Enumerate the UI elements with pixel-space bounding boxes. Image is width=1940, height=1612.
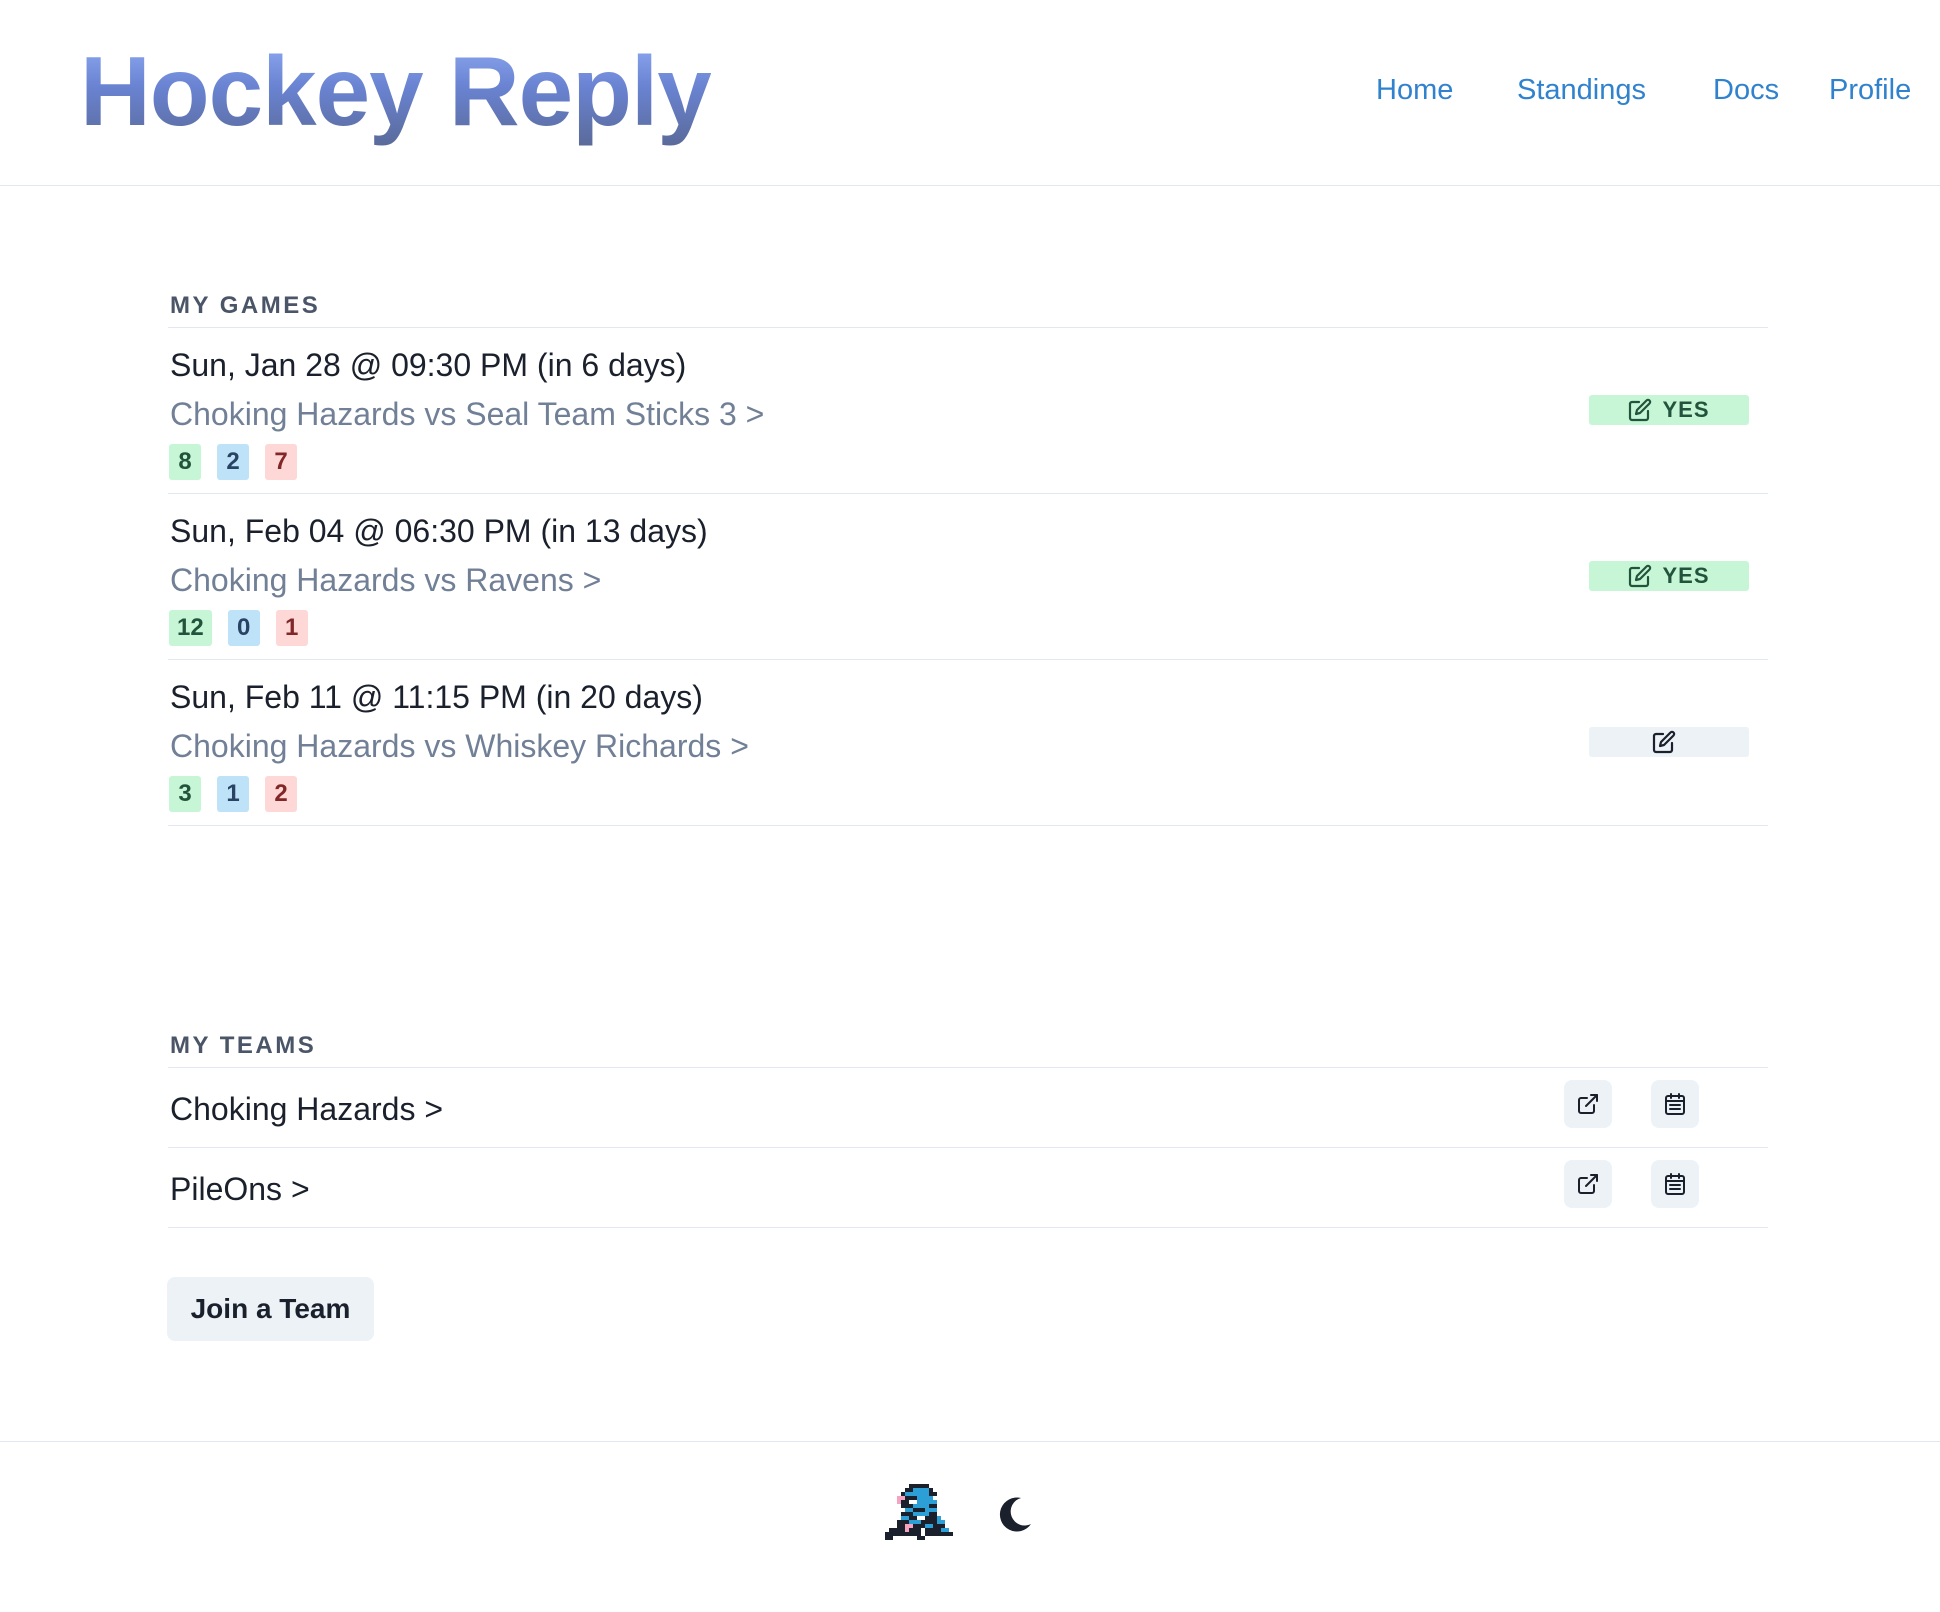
divider	[168, 1147, 1768, 1148]
my-games-heading: MY GAMES	[170, 292, 321, 319]
team-calendar-button[interactable]	[1651, 1080, 1699, 1128]
rsvp-label: YES	[1662, 397, 1710, 422]
divider	[168, 327, 1768, 328]
site-logo[interactable]: Hockey Reply	[80, 36, 712, 146]
nav-profile[interactable]: Profile	[1829, 70, 1911, 110]
external-link-icon	[1578, 1094, 1598, 1114]
external-link-icon	[1578, 1174, 1598, 1194]
game-matchup-link[interactable]: Choking Hazards vs Whiskey Richards >	[170, 726, 749, 766]
nav-home[interactable]: Home	[1376, 70, 1453, 110]
rsvp-counts: 12 0 1	[169, 610, 308, 646]
join-team-button[interactable]: Join a Team	[167, 1277, 374, 1341]
divider	[168, 1227, 1768, 1228]
divider	[168, 493, 1768, 494]
maybe-count-badge: 0	[227, 610, 260, 646]
footer-divider	[0, 1441, 1940, 1442]
nav-docs[interactable]: Docs	[1713, 70, 1779, 110]
rsvp-counts: 3 1 2	[169, 776, 297, 812]
game-matchup-link[interactable]: Choking Hazards vs Seal Team Sticks 3 >	[170, 394, 764, 434]
team-link[interactable]: PileOns >	[170, 1169, 310, 1209]
rsvp-label: YES	[1662, 563, 1710, 588]
yes-count-badge: 8	[169, 444, 201, 480]
no-count-badge: 7	[265, 444, 297, 480]
rsvp-counts: 8 2 7	[169, 444, 297, 480]
no-count-badge: 2	[265, 776, 297, 812]
rsvp-button[interactable]: YES	[1589, 561, 1749, 591]
game-matchup-link[interactable]: Choking Hazards vs Ravens >	[170, 560, 601, 600]
calendar-icon	[1665, 1173, 1685, 1195]
team-calendar-button[interactable]	[1651, 1160, 1699, 1208]
nav-standings[interactable]: Standings	[1517, 70, 1646, 110]
maybe-count-badge: 1	[217, 776, 249, 812]
my-teams-heading: MY TEAMS	[170, 1032, 317, 1059]
mascot-icon	[885, 1484, 953, 1540]
yes-count-badge: 12	[169, 610, 212, 646]
team-link[interactable]: Choking Hazards >	[170, 1089, 443, 1129]
team-external-link-button[interactable]	[1564, 1080, 1612, 1128]
game-date: Sun, Feb 11 @ 11:15 PM (in 20 days)	[170, 679, 703, 715]
divider	[168, 1067, 1768, 1068]
edit-icon	[1629, 398, 1652, 422]
game-date: Sun, Jan 28 @ 09:30 PM (in 6 days)	[170, 347, 687, 383]
maybe-count-badge: 2	[217, 444, 249, 480]
calendar-icon	[1665, 1093, 1685, 1115]
rsvp-button[interactable]	[1589, 727, 1749, 757]
header: Hockey Reply Home Standings Docs Profile	[0, 0, 1940, 186]
moon-icon[interactable]	[995, 1494, 1035, 1534]
team-external-link-button[interactable]	[1564, 1160, 1612, 1208]
yes-count-badge: 3	[169, 776, 201, 812]
no-count-badge: 1	[275, 610, 308, 646]
rsvp-button[interactable]: YES	[1589, 395, 1749, 425]
edit-icon	[1629, 564, 1652, 588]
divider	[168, 659, 1768, 660]
game-date: Sun, Feb 04 @ 06:30 PM (in 13 days)	[170, 513, 708, 549]
edit-icon	[1652, 730, 1676, 754]
divider	[168, 825, 1768, 826]
